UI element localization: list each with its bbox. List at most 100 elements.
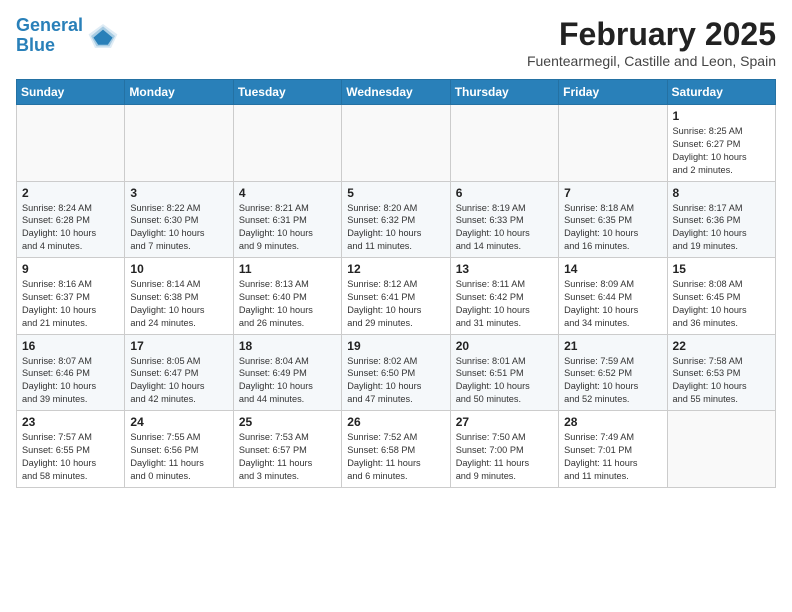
calendar-week-row: 1 Sunrise: 8:25 AM Sunset: 6:27 PM Daylig… — [17, 105, 776, 182]
calendar-day-cell: 9 Sunrise: 8:16 AM Sunset: 6:37 PM Daylig… — [17, 258, 125, 335]
day-number: 21 — [564, 339, 661, 353]
calendar-day-cell: 26 Sunrise: 7:52 AM Sunset: 6:58 PM Dayli… — [342, 411, 450, 488]
calendar-table: SundayMondayTuesdayWednesdayThursdayFrid… — [16, 79, 776, 488]
calendar-day-cell — [450, 105, 558, 182]
day-info: Sunrise: 8:01 AM Sunset: 6:51 PM Dayligh… — [456, 355, 553, 407]
day-number: 18 — [239, 339, 336, 353]
day-info: Sunrise: 7:58 AM Sunset: 6:53 PM Dayligh… — [673, 355, 770, 407]
calendar-day-cell — [667, 411, 775, 488]
day-info: Sunrise: 8:08 AM Sunset: 6:45 PM Dayligh… — [673, 278, 770, 330]
day-info: Sunrise: 7:50 AM Sunset: 7:00 PM Dayligh… — [456, 431, 553, 483]
title-area: February 2025 Fuentearmegil, Castille an… — [527, 16, 776, 69]
calendar-day-cell — [125, 105, 233, 182]
day-number: 13 — [456, 262, 553, 276]
weekday-header-cell: Sunday — [17, 80, 125, 105]
day-info: Sunrise: 8:13 AM Sunset: 6:40 PM Dayligh… — [239, 278, 336, 330]
calendar-day-cell: 6 Sunrise: 8:19 AM Sunset: 6:33 PM Daylig… — [450, 181, 558, 258]
day-number: 24 — [130, 415, 227, 429]
page-header: GeneralBlue February 2025 Fuentearmegil,… — [16, 16, 776, 69]
calendar-day-cell: 22 Sunrise: 7:58 AM Sunset: 6:53 PM Dayli… — [667, 334, 775, 411]
logo: GeneralBlue — [16, 16, 119, 56]
day-number: 5 — [347, 186, 444, 200]
day-info: Sunrise: 8:20 AM Sunset: 6:32 PM Dayligh… — [347, 202, 444, 254]
calendar-day-cell: 23 Sunrise: 7:57 AM Sunset: 6:55 PM Dayli… — [17, 411, 125, 488]
day-number: 27 — [456, 415, 553, 429]
calendar-day-cell: 4 Sunrise: 8:21 AM Sunset: 6:31 PM Daylig… — [233, 181, 341, 258]
calendar-day-cell: 13 Sunrise: 8:11 AM Sunset: 6:42 PM Dayli… — [450, 258, 558, 335]
calendar-day-cell: 7Sunrise: 8:18 AM Sunset: 6:35 PM Daylig… — [559, 181, 667, 258]
day-number: 15 — [673, 262, 770, 276]
day-number: 23 — [22, 415, 119, 429]
calendar-day-cell: 19 Sunrise: 8:02 AM Sunset: 6:50 PM Dayli… — [342, 334, 450, 411]
logo-icon — [87, 20, 119, 52]
day-info: Sunrise: 7:53 AM Sunset: 6:57 PM Dayligh… — [239, 431, 336, 483]
day-number: 25 — [239, 415, 336, 429]
day-info: Sunrise: 8:04 AM Sunset: 6:49 PM Dayligh… — [239, 355, 336, 407]
logo-text: GeneralBlue — [16, 16, 83, 56]
calendar-day-cell: 16 Sunrise: 8:07 AM Sunset: 6:46 PM Dayli… — [17, 334, 125, 411]
day-info: Sunrise: 8:18 AM Sunset: 6:35 PM Dayligh… — [564, 202, 661, 254]
day-info: Sunrise: 8:16 AM Sunset: 6:37 PM Dayligh… — [22, 278, 119, 330]
day-info: Sunrise: 8:09 AM Sunset: 6:44 PM Dayligh… — [564, 278, 661, 330]
calendar-day-cell: 10Sunrise: 8:14 AM Sunset: 6:38 PM Dayli… — [125, 258, 233, 335]
day-info: Sunrise: 7:57 AM Sunset: 6:55 PM Dayligh… — [22, 431, 119, 483]
calendar-body: 1 Sunrise: 8:25 AM Sunset: 6:27 PM Daylig… — [17, 105, 776, 488]
calendar-day-cell: 20 Sunrise: 8:01 AM Sunset: 6:51 PM Dayli… — [450, 334, 558, 411]
day-info: Sunrise: 8:24 AM Sunset: 6:28 PM Dayligh… — [22, 202, 119, 254]
calendar-day-cell — [17, 105, 125, 182]
day-info: Sunrise: 8:22 AM Sunset: 6:30 PM Dayligh… — [130, 202, 227, 254]
calendar-day-cell — [233, 105, 341, 182]
location-title: Fuentearmegil, Castille and Leon, Spain — [527, 53, 776, 69]
day-number: 28 — [564, 415, 661, 429]
day-number: 1 — [673, 109, 770, 123]
day-number: 17 — [130, 339, 227, 353]
day-info: Sunrise: 8:02 AM Sunset: 6:50 PM Dayligh… — [347, 355, 444, 407]
day-info: Sunrise: 8:19 AM Sunset: 6:33 PM Dayligh… — [456, 202, 553, 254]
calendar-day-cell: 14Sunrise: 8:09 AM Sunset: 6:44 PM Dayli… — [559, 258, 667, 335]
day-number: 26 — [347, 415, 444, 429]
day-number: 11 — [239, 262, 336, 276]
day-info: Sunrise: 8:21 AM Sunset: 6:31 PM Dayligh… — [239, 202, 336, 254]
day-number: 20 — [456, 339, 553, 353]
day-number: 19 — [347, 339, 444, 353]
calendar-day-cell: 25 Sunrise: 7:53 AM Sunset: 6:57 PM Dayli… — [233, 411, 341, 488]
day-info: Sunrise: 8:05 AM Sunset: 6:47 PM Dayligh… — [130, 355, 227, 407]
calendar-day-cell: 1 Sunrise: 8:25 AM Sunset: 6:27 PM Daylig… — [667, 105, 775, 182]
calendar-day-cell: 12Sunrise: 8:12 AM Sunset: 6:41 PM Dayli… — [342, 258, 450, 335]
day-info: Sunrise: 8:07 AM Sunset: 6:46 PM Dayligh… — [22, 355, 119, 407]
day-number: 8 — [673, 186, 770, 200]
day-number: 16 — [22, 339, 119, 353]
day-info: Sunrise: 8:17 AM Sunset: 6:36 PM Dayligh… — [673, 202, 770, 254]
calendar-day-cell: 3Sunrise: 8:22 AM Sunset: 6:30 PM Daylig… — [125, 181, 233, 258]
day-number: 22 — [673, 339, 770, 353]
day-info: Sunrise: 8:11 AM Sunset: 6:42 PM Dayligh… — [456, 278, 553, 330]
calendar-week-row: 2 Sunrise: 8:24 AM Sunset: 6:28 PM Daylig… — [17, 181, 776, 258]
day-info: Sunrise: 7:52 AM Sunset: 6:58 PM Dayligh… — [347, 431, 444, 483]
calendar-day-cell: 8 Sunrise: 8:17 AM Sunset: 6:36 PM Daylig… — [667, 181, 775, 258]
weekday-header-row: SundayMondayTuesdayWednesdayThursdayFrid… — [17, 80, 776, 105]
calendar-day-cell — [559, 105, 667, 182]
day-info: Sunrise: 8:25 AM Sunset: 6:27 PM Dayligh… — [673, 125, 770, 177]
day-info: Sunrise: 7:59 AM Sunset: 6:52 PM Dayligh… — [564, 355, 661, 407]
calendar-day-cell: 28Sunrise: 7:49 AM Sunset: 7:01 PM Dayli… — [559, 411, 667, 488]
calendar-day-cell: 5 Sunrise: 8:20 AM Sunset: 6:32 PM Daylig… — [342, 181, 450, 258]
calendar-day-cell: 11 Sunrise: 8:13 AM Sunset: 6:40 PM Dayli… — [233, 258, 341, 335]
calendar-week-row: 16 Sunrise: 8:07 AM Sunset: 6:46 PM Dayli… — [17, 334, 776, 411]
day-number: 9 — [22, 262, 119, 276]
day-number: 6 — [456, 186, 553, 200]
weekday-header-cell: Wednesday — [342, 80, 450, 105]
day-number: 4 — [239, 186, 336, 200]
weekday-header-cell: Saturday — [667, 80, 775, 105]
calendar-day-cell: 15 Sunrise: 8:08 AM Sunset: 6:45 PM Dayli… — [667, 258, 775, 335]
calendar-day-cell: 2 Sunrise: 8:24 AM Sunset: 6:28 PM Daylig… — [17, 181, 125, 258]
day-info: Sunrise: 7:55 AM Sunset: 6:56 PM Dayligh… — [130, 431, 227, 483]
calendar-day-cell: 17 Sunrise: 8:05 AM Sunset: 6:47 PM Dayli… — [125, 334, 233, 411]
weekday-header-cell: Tuesday — [233, 80, 341, 105]
calendar-day-cell: 18 Sunrise: 8:04 AM Sunset: 6:49 PM Dayli… — [233, 334, 341, 411]
calendar-day-cell — [342, 105, 450, 182]
calendar-week-row: 9 Sunrise: 8:16 AM Sunset: 6:37 PM Daylig… — [17, 258, 776, 335]
calendar-day-cell: 27 Sunrise: 7:50 AM Sunset: 7:00 PM Dayli… — [450, 411, 558, 488]
day-number: 2 — [22, 186, 119, 200]
calendar-day-cell: 24 Sunrise: 7:55 AM Sunset: 6:56 PM Dayli… — [125, 411, 233, 488]
month-title: February 2025 — [527, 16, 776, 53]
